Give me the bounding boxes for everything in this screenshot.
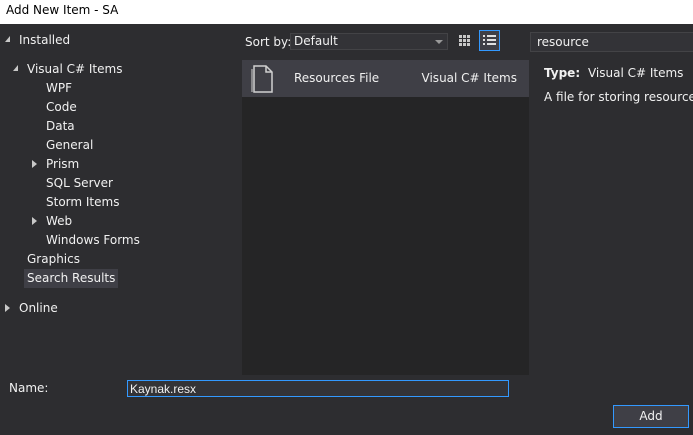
list-view-button[interactable] xyxy=(479,30,500,51)
window-title: Add New Item - SA xyxy=(6,3,119,17)
dialog-footer: Name: Add xyxy=(0,375,693,435)
list-view-icon xyxy=(483,35,496,45)
search-input-value: resource xyxy=(537,35,589,49)
tree-item-prism[interactable]: Prism xyxy=(32,155,79,174)
dialog-main: Installed Visual C# Items WPF Code Data … xyxy=(0,24,693,375)
tree-item-sql-server[interactable]: SQL Server xyxy=(46,174,113,193)
tree-item-label: Prism xyxy=(46,157,80,171)
tree-item-online[interactable]: Online xyxy=(5,299,58,318)
template-name: Resources File xyxy=(294,71,380,85)
medium-icons-view-button[interactable] xyxy=(454,30,475,51)
type-line: Type: Visual C# Items xyxy=(544,66,683,80)
chevron-down-icon xyxy=(435,40,443,44)
template-description: A file for storing resources xyxy=(544,90,693,104)
template-list: Resources File Visual C# Items xyxy=(242,60,529,375)
details-pane: Type: Visual C# Items A file for storing… xyxy=(532,60,693,375)
tree-item-general[interactable]: General xyxy=(46,136,93,155)
category-tree: Installed Visual C# Items WPF Code Data … xyxy=(0,24,240,375)
tree-item-data[interactable]: Data xyxy=(46,117,75,136)
tree-item-label: Web xyxy=(46,214,73,228)
file-icon xyxy=(251,65,273,93)
grid-view-icon xyxy=(459,35,470,46)
tree-item-visual-csharp[interactable]: Visual C# Items xyxy=(13,60,122,79)
template-category: Visual C# Items xyxy=(421,71,517,85)
sort-by-label: Sort by: xyxy=(245,35,292,49)
title-bar: Add New Item - SA xyxy=(0,0,693,24)
tree-item-wpf[interactable]: WPF xyxy=(46,79,72,98)
tree-item-graphics[interactable]: Graphics xyxy=(27,250,80,269)
sort-dropdown[interactable]: Default xyxy=(290,33,448,50)
name-field[interactable] xyxy=(127,380,509,397)
sort-dropdown-value: Default xyxy=(294,34,338,48)
add-button[interactable]: Add xyxy=(613,405,689,428)
type-label: Type: xyxy=(544,66,581,80)
collapse-arrow-icon[interactable] xyxy=(32,217,37,225)
tree-item-storm-items[interactable]: Storm Items xyxy=(46,193,119,212)
expand-arrow-icon[interactable] xyxy=(5,36,10,42)
template-item-resources-file[interactable]: Resources File Visual C# Items xyxy=(242,60,529,97)
tree-item-code[interactable]: Code xyxy=(46,98,77,117)
name-label: Name: xyxy=(9,381,49,395)
tree-item-installed[interactable]: Installed xyxy=(5,31,70,50)
tree-item-search-results[interactable]: Search Results xyxy=(24,269,119,288)
tree-item-label: Online xyxy=(19,301,58,315)
type-value: Visual C# Items xyxy=(587,66,684,80)
search-input[interactable]: resource xyxy=(530,32,693,52)
sort-toolbar: Sort by: Default xyxy=(240,24,530,60)
collapse-arrow-icon[interactable] xyxy=(32,160,37,168)
tree-item-windows-forms[interactable]: Windows Forms xyxy=(46,231,140,250)
tree-item-web[interactable]: Web xyxy=(32,212,72,231)
tree-item-label: Installed xyxy=(19,33,71,47)
tree-item-label: Visual C# Items xyxy=(27,62,123,76)
expand-arrow-icon[interactable] xyxy=(13,65,18,71)
collapse-arrow-icon[interactable] xyxy=(5,304,10,312)
